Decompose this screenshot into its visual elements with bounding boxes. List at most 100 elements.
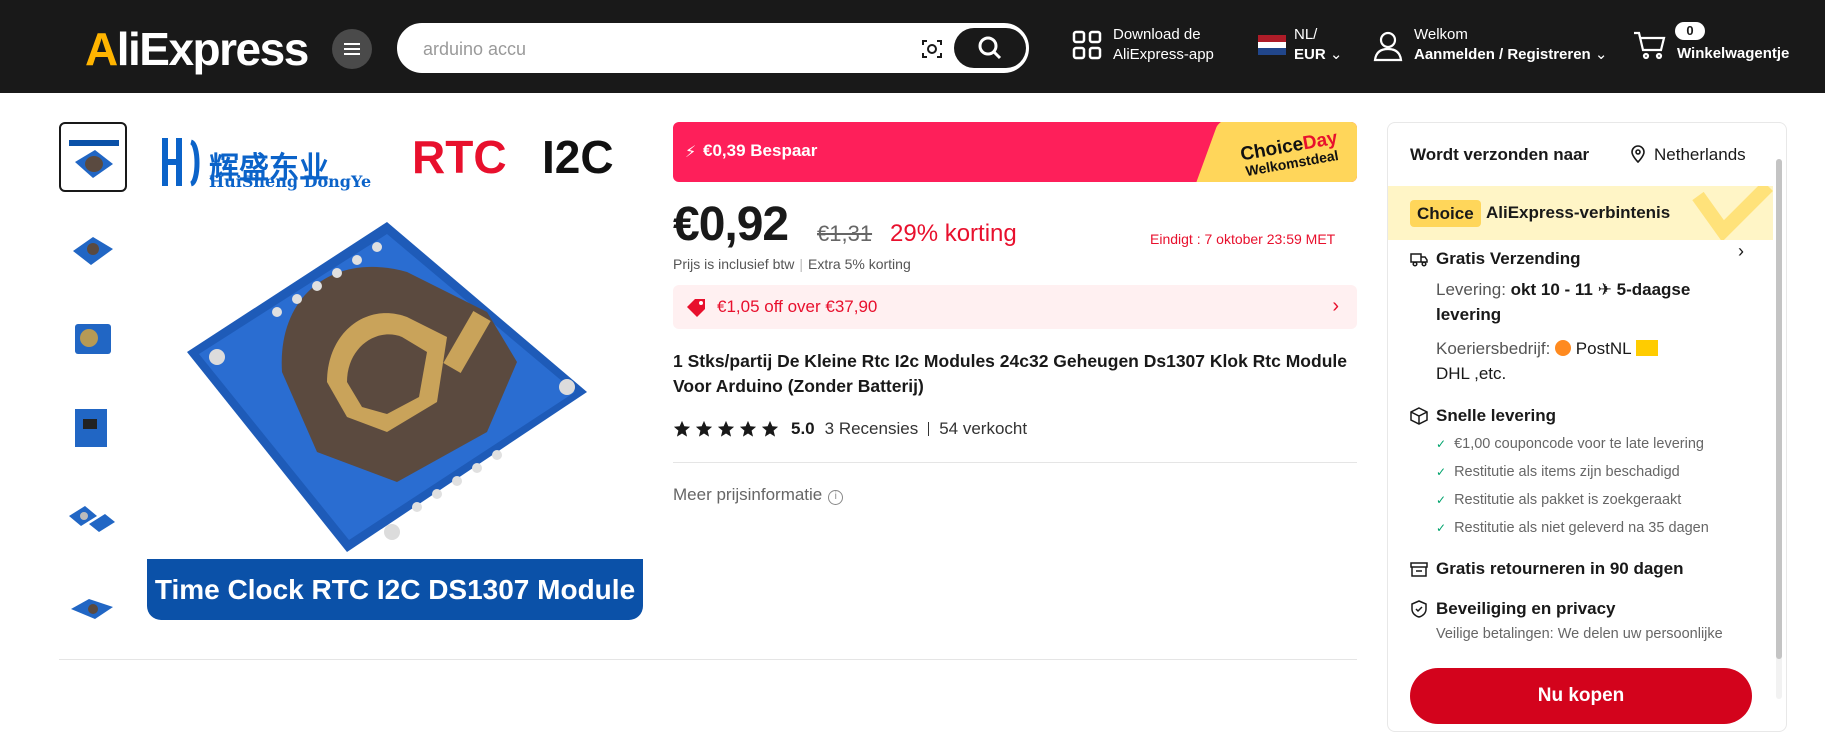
original-price: €1,31	[817, 221, 873, 246]
checkmark-decoration-icon	[1692, 186, 1773, 240]
currency-label: EUR	[1294, 46, 1326, 63]
coupon-bar[interactable]: €1,05 off over €37,90 ›	[673, 285, 1357, 329]
product-thumbnail-image	[75, 409, 107, 447]
hamburger-icon	[344, 43, 360, 55]
savings-text: €0,39 Bespaar	[703, 141, 818, 160]
chevron-down-icon: ⌄	[1594, 46, 1608, 63]
check-icon: ✓	[1436, 437, 1447, 451]
lightning-icon: ⚡	[685, 144, 697, 161]
info-icon: i	[828, 490, 844, 505]
star-rating[interactable]	[673, 420, 779, 438]
brand-logo-icon	[162, 138, 200, 187]
star-icon	[695, 420, 713, 437]
search-input[interactable]	[423, 36, 903, 62]
welcome-text: Welkom	[1414, 26, 1468, 43]
fast-item-text: Restitutie als pakket is zoekgeraakt	[1454, 492, 1682, 508]
shield-icon	[1411, 600, 1427, 618]
thumbnail-1[interactable]	[59, 122, 127, 192]
choice-badge: Choice	[1410, 200, 1481, 227]
download-line-1: Download de	[1113, 26, 1201, 43]
promo-bar: ⚡ €0,39 Bespaar ChoiceDay Welkomstdeal	[673, 122, 1357, 182]
scrollbar-thumb[interactable]	[1776, 159, 1782, 659]
price-note: Prijs is inclusief btw | Extra 5% korting	[673, 256, 911, 272]
qr-code-icon[interactable]	[1072, 30, 1102, 60]
chevron-right-icon[interactable]: ›	[1738, 241, 1744, 262]
fast-item-text: €1,00 couponcode voor te late levering	[1454, 436, 1704, 452]
delivery-label: Levering:	[1436, 280, 1506, 299]
delivery-dates: okt 10 - 11	[1510, 280, 1593, 299]
download-app-link[interactable]: Download de AliExpress-app	[1113, 25, 1214, 65]
cart-link[interactable]: Winkelwagentje	[1677, 44, 1789, 64]
thumbnail-2[interactable]	[59, 211, 127, 281]
check-icon: ✓	[1436, 521, 1447, 535]
fast-delivery-title: Snelle levering	[1436, 406, 1556, 425]
thumbnail-list	[59, 122, 129, 656]
thumbnail-5[interactable]	[59, 478, 127, 548]
product-thumbnail-image	[75, 324, 111, 354]
purchase-panel: Wordt verzonden naar Netherlands Choice …	[1387, 122, 1787, 732]
top-header: AliExpress Download de AliExpress-app NL…	[0, 0, 1825, 93]
rating-value: 5.0	[791, 419, 815, 438]
cart-icon[interactable]	[1633, 30, 1667, 60]
thumbnail-3[interactable]	[59, 300, 127, 370]
reviews-link[interactable]: 3 Recensies	[825, 419, 919, 439]
logo-text: liExpress	[116, 23, 310, 75]
search-button[interactable]	[954, 28, 1026, 68]
product-banner: Time Clock RTC I2C DS1307 Module	[147, 559, 643, 620]
postnl-logo-icon	[1555, 340, 1572, 356]
more-price-info[interactable]: Meer prijsinformatie i	[673, 485, 844, 505]
thumbnail-4[interactable]	[59, 389, 127, 459]
image-search-icon[interactable]	[920, 37, 944, 61]
tag-icon	[687, 299, 705, 317]
discount-percent: 29% korting	[890, 220, 1017, 247]
language-currency-selector[interactable]: NL/ EUR ⌄	[1294, 25, 1342, 65]
aliexpress-logo[interactable]: AliExpress	[85, 22, 310, 76]
dhl-logo-icon	[1635, 340, 1658, 356]
main-product-image[interactable]: 辉盛东业 HuiSheng DongYe RTC I2C Time Clock …	[147, 122, 643, 620]
thumbnail-6[interactable]	[59, 567, 127, 637]
separator	[928, 422, 930, 436]
courier-postnl: PostNL	[1575, 339, 1631, 358]
coupon-text: €1,05 off over €37,90	[717, 297, 878, 316]
courier-label: Koeriersbedrijf:	[1436, 339, 1551, 358]
rating-row: 5.0 3 Recensies 54 verkocht	[673, 418, 1027, 440]
search-icon	[978, 36, 1002, 60]
language-label: NL/	[1294, 26, 1318, 43]
divider	[59, 659, 1357, 660]
ship-country[interactable]: Netherlands	[1654, 145, 1746, 165]
menu-button[interactable]	[332, 29, 372, 69]
fast-item-2: ✓ Restitutie als items zijn beschadigd	[1436, 464, 1680, 480]
divider	[673, 462, 1357, 463]
product-thumbnail-image	[71, 599, 113, 619]
netherlands-flag-icon	[1258, 35, 1286, 55]
extra-discount: Extra 5% korting	[808, 256, 911, 272]
cart-label: Winkelwagentje	[1677, 45, 1790, 62]
chevron-right-icon: ›	[1332, 295, 1339, 317]
check-icon: ✓	[1436, 465, 1447, 479]
rtc-module-illustration	[187, 222, 587, 552]
fast-item-3: ✓ Restitutie als pakket is zoekgeraakt	[1436, 492, 1681, 508]
security-text: Veilige betalingen: We delen uw persoonl…	[1436, 626, 1723, 642]
box-icon	[1410, 407, 1428, 425]
free-returns-title: Gratis retourneren in 90 dagen	[1436, 559, 1684, 578]
vat-note: Prijs is inclusief btw	[673, 256, 795, 272]
deal-ends-timer: Eindigt : 7 oktober 23:59 MET	[1150, 231, 1336, 247]
chevron-down-icon: ⌄	[1329, 46, 1343, 63]
choice-commitment: AliExpress-verbintenis	[1486, 203, 1671, 222]
truck-icon	[1410, 253, 1428, 267]
star-icon	[739, 420, 757, 437]
fast-item-1: ✓ €1,00 couponcode voor te late levering	[1436, 436, 1704, 452]
star-icon	[761, 420, 779, 437]
buy-now-button[interactable]: Nu kopen	[1410, 668, 1752, 724]
current-price: €0,92	[673, 198, 789, 251]
search-bar	[397, 23, 1029, 73]
signin-link: Aanmelden / Registreren	[1414, 46, 1591, 63]
product-thumbnail-image	[69, 506, 115, 532]
more-price-label: Meer prijsinformatie	[673, 485, 823, 504]
user-icon[interactable]	[1373, 30, 1403, 62]
i2c-label: I2C	[542, 131, 614, 183]
delivery-word: levering	[1436, 305, 1502, 324]
brand-english: HuiSheng DongYe	[209, 172, 372, 191]
account-menu[interactable]: Welkom Aanmelden / Registreren ⌄	[1414, 25, 1607, 65]
location-pin-icon	[1631, 145, 1645, 163]
